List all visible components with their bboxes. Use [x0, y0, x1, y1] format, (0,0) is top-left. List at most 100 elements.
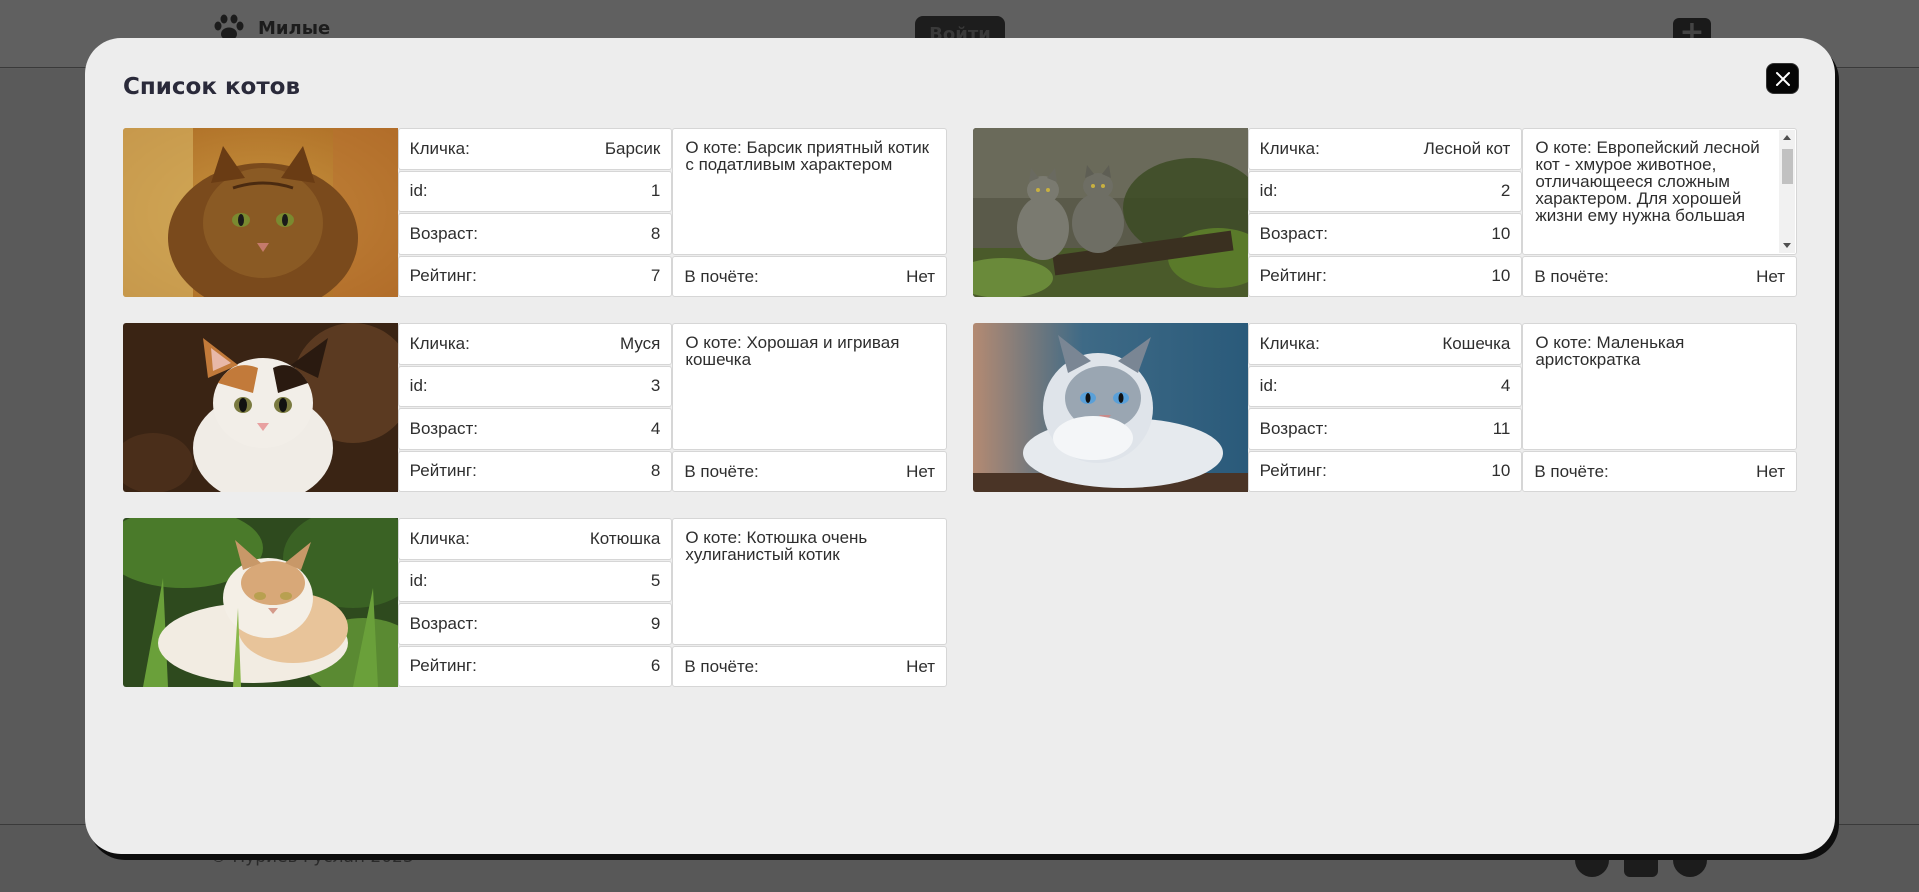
rating-label: Рейтинг:	[1259, 461, 1327, 481]
cat-info: Кличка: Барсик id: 1 Возраст: 8 Рейтинг: 7	[397, 128, 673, 297]
id-field: id: 5	[397, 560, 673, 602]
honor-value: Нет	[906, 461, 936, 481]
name-label: Кличка:	[409, 333, 470, 353]
id-field: id: 2	[1247, 170, 1523, 212]
scroll-up-icon[interactable]	[1783, 135, 1792, 140]
rating-value: 10	[1491, 266, 1511, 286]
name-value: Кошечка	[1442, 333, 1511, 353]
name-label: Кличка:	[1259, 333, 1320, 353]
name-label: Кличка:	[409, 528, 470, 548]
honor-value: Нет	[1756, 266, 1786, 286]
name-value: Барсик	[604, 138, 661, 158]
honor-label: В почёте:	[684, 656, 759, 676]
rating-field: Рейтинг: 8	[397, 450, 673, 492]
id-label: id:	[409, 571, 428, 591]
cat-info: Кличка: Лесной кот id: 2 Возраст: 10 Рейтин…	[1247, 128, 1523, 297]
name-field: Кличка: Лесной кот	[1247, 128, 1523, 170]
rating-label: Рейтинг:	[409, 266, 477, 286]
id-label: id:	[1259, 181, 1278, 201]
about-text: О коте: Хорошая и игривая кошечка	[672, 323, 948, 450]
age-field: Возраст: 9	[397, 603, 673, 645]
cat-info: Кличка: Кошечка id: 4 Возраст: 11 Рейтинг: 1…	[1247, 323, 1523, 492]
name-label: Кличка:	[1259, 138, 1320, 158]
cat-about-column: О коте: Барсик приятный котик с податлив…	[672, 128, 948, 297]
honor-field: В почёте: Нет	[1522, 256, 1798, 297]
honor-value: Нет	[906, 266, 936, 286]
honor-field: В почёте: Нет	[672, 646, 948, 687]
id-value: 1	[650, 181, 661, 201]
age-value: 10	[1491, 223, 1511, 243]
honor-value: Нет	[906, 656, 936, 676]
name-field: Кличка: Кошечка	[1247, 323, 1523, 365]
id-label: id:	[1259, 376, 1278, 396]
tabby-cat-photo	[123, 128, 398, 297]
cat-card[interactable]: Кличка: Муся id: 3 Возраст: 4 Рейтинг: 8 О к…	[123, 323, 948, 492]
scroll-down-icon[interactable]	[1783, 243, 1792, 248]
id-value: 5	[650, 571, 661, 591]
id-field: id: 4	[1247, 365, 1523, 407]
age-label: Возраст:	[409, 613, 478, 633]
rating-field: Рейтинг: 6	[397, 645, 673, 687]
close-button[interactable]	[1766, 63, 1799, 94]
logo-text: Милые	[258, 17, 331, 39]
honor-label: В почёте:	[684, 461, 759, 481]
id-value: 4	[1500, 376, 1511, 396]
cat-info: Кличка: Муся id: 3 Возраст: 4 Рейтинг: 8	[397, 323, 673, 492]
about-text[interactable]: О коте: Европейский лесной кот - хмурое …	[1522, 128, 1798, 255]
id-value: 2	[1500, 181, 1511, 201]
honor-value: Нет	[1756, 461, 1786, 481]
age-label: Возраст:	[409, 223, 478, 243]
close-icon	[1776, 72, 1790, 86]
rating-value: 8	[650, 461, 661, 481]
name-field: Кличка: Муся	[397, 323, 673, 365]
cat-card[interactable]: Кличка: Лесной кот id: 2 Возраст: 10 Рейтин…	[973, 128, 1798, 297]
cat-card[interactable]: Кличка: Котюшка id: 5 Возраст: 9 Рейтинг: 6 …	[123, 518, 948, 687]
cat-about-column: О коте: Маленькая аристократка В почёте:…	[1522, 323, 1798, 492]
age-field: Возраст: 4	[397, 408, 673, 450]
age-field: Возраст: 10	[1247, 213, 1523, 255]
cat-card[interactable]: Кличка: Барсик id: 1 Возраст: 8 Рейтинг: 7 О…	[123, 128, 948, 297]
wildcats-photo	[973, 128, 1248, 297]
cats-list-modal: Список котов Кличка: Барсик id: 1 Возрас…	[85, 38, 1835, 854]
honor-label: В почёте:	[1534, 266, 1609, 286]
rating-value: 7	[650, 266, 661, 286]
cat-about-column: О коте: Котюшка очень хулиганистый котик…	[672, 518, 948, 687]
honor-field: В почёте: Нет	[1522, 451, 1798, 492]
age-field: Возраст: 11	[1247, 408, 1523, 450]
name-field: Кличка: Барсик	[397, 128, 673, 170]
about-text: О коте: Маленькая аристократка	[1522, 323, 1798, 450]
name-value: Лесной кот	[1423, 138, 1511, 158]
rating-value: 10	[1491, 461, 1511, 481]
rating-label: Рейтинг:	[1259, 266, 1327, 286]
cat-about-column: О коте: Европейский лесной кот - хмурое …	[1522, 128, 1798, 297]
id-field: id: 1	[397, 170, 673, 212]
age-label: Возраст:	[1259, 418, 1328, 438]
honor-field: В почёте: Нет	[672, 256, 948, 297]
name-label: Кличка:	[409, 138, 470, 158]
age-label: Возраст:	[1259, 223, 1328, 243]
honor-label: В почёте:	[684, 266, 759, 286]
age-value: 11	[1492, 418, 1511, 438]
modal-title: Список котов	[123, 74, 301, 100]
age-label: Возраст:	[409, 418, 478, 438]
calico-cat-photo	[123, 323, 398, 492]
rating-label: Рейтинг:	[409, 656, 477, 676]
age-value: 4	[650, 418, 661, 438]
id-label: id:	[409, 181, 428, 201]
age-value: 9	[650, 613, 661, 633]
rating-label: Рейтинг:	[409, 461, 477, 481]
rating-field: Рейтинг: 7	[397, 255, 673, 297]
scroll-thumb[interactable]	[1782, 149, 1794, 184]
id-label: id:	[409, 376, 428, 396]
name-value: Муся	[619, 333, 661, 353]
name-value: Котюшка	[589, 528, 661, 548]
honor-field: В почёте: Нет	[672, 451, 948, 492]
rating-field: Рейтинг: 10	[1247, 255, 1523, 297]
id-field: id: 3	[397, 365, 673, 407]
cat-card[interactable]: Кличка: Кошечка id: 4 Возраст: 11 Рейтинг: 1…	[973, 323, 1798, 492]
rating-value: 6	[650, 656, 661, 676]
cat-info: Кличка: Котюшка id: 5 Возраст: 9 Рейтинг: 6	[397, 518, 673, 687]
age-field: Возраст: 8	[397, 213, 673, 255]
about-scrollbar[interactable]	[1779, 130, 1796, 253]
id-value: 3	[650, 376, 661, 396]
